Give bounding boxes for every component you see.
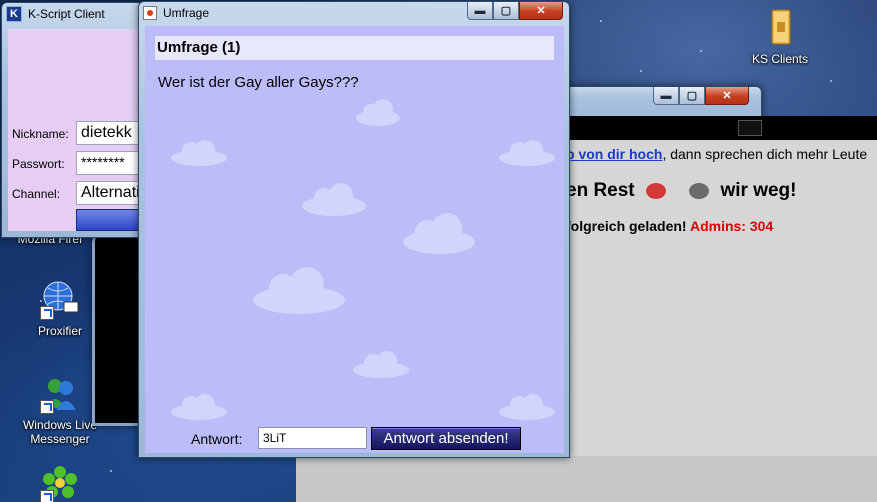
desktop-icon-label: KS Clients — [751, 52, 809, 66]
close-button[interactable]: ✕ — [519, 2, 563, 20]
window-controls: ▬ ▢ ✕ — [653, 87, 749, 105]
folder-icon — [760, 8, 800, 48]
kscript-logo-icon: K — [6, 6, 22, 22]
proxifier-globe-icon — [40, 280, 80, 320]
shortcut-arrow-icon — [40, 490, 54, 502]
browser-content: p von dir hoch, dann sprechen dich mehr … — [560, 140, 877, 502]
flower-icon — [40, 464, 80, 502]
browser-line-2-a: en Rest — [566, 180, 635, 201]
shortcut-arrow-icon — [40, 400, 54, 414]
cloud-icon — [253, 267, 345, 314]
kscript-login-panel: Nickname: dietekk Passwort: ******** Cha… — [8, 29, 156, 231]
cloud-icon — [403, 213, 475, 254]
channel-label: Channel: — [12, 187, 61, 201]
star — [700, 50, 702, 52]
maximize-button[interactable]: ▢ — [493, 2, 519, 20]
poll-header: Umfrage (1) — [155, 36, 554, 60]
upload-link[interactable]: p von dir hoch — [566, 146, 662, 162]
browser-line-2-b: wir weg! — [720, 180, 797, 201]
java-app-icon — [143, 6, 157, 20]
browser-toolbar — [566, 116, 877, 140]
browser-line-2: en Rest wir weg! — [566, 180, 797, 202]
poll-window: Umfrage ▬ ▢ ✕ Umfrage (1) Wer ist der Ga… — [138, 1, 570, 458]
desktop-icon-windows-live-messenger[interactable]: Windows Live Messenger — [20, 374, 100, 446]
cloud-icon — [353, 351, 409, 378]
minimize-button[interactable]: ▬ — [467, 2, 493, 20]
spider-smiley-icon — [689, 182, 710, 199]
cloud-icon — [356, 99, 400, 126]
messenger-icon — [40, 374, 80, 414]
devil-smiley-icon — [645, 182, 666, 199]
browser-line-1: p von dir hoch, dann sprechen dich mehr … — [566, 146, 867, 162]
cloud-icon — [171, 394, 227, 420]
poll-question: Wer ist der Gay aller Gays??? — [158, 74, 359, 91]
kscript-client-window: K K-Script Client Nickname: dietekk Pass… — [1, 2, 156, 238]
star — [830, 80, 832, 82]
nickname-label: Nickname: — [12, 127, 69, 141]
window-title: Umfrage — [163, 6, 210, 20]
answer-input[interactable]: 3LiT — [258, 427, 367, 449]
window-titlebar[interactable]: K K-Script Client — [2, 3, 150, 25]
desktop-icon-label: Windows Live Messenger — [22, 418, 98, 446]
cloud-icon — [499, 140, 555, 166]
password-label: Passwort: — [12, 157, 65, 171]
cloud-icon — [499, 394, 555, 420]
star — [640, 70, 642, 72]
desktop-icon-flower[interactable] — [20, 464, 100, 502]
browser-line-3: folgreich geladen! Admins: 304 — [566, 218, 773, 234]
window-title: K-Script Client — [28, 7, 105, 21]
answer-label: Antwort: — [191, 431, 243, 447]
minimize-button[interactable]: ▬ — [653, 87, 679, 105]
background-panel — [296, 456, 877, 502]
star — [110, 470, 112, 472]
cloud-icon — [171, 140, 227, 166]
maximize-button[interactable]: ▢ — [679, 87, 705, 105]
load-status-text: folgreich geladen! — [566, 218, 687, 234]
browser-line-1-text: , dann sprechen dich mehr Leute — [662, 146, 868, 162]
submit-answer-button[interactable]: Antwort absenden! — [371, 427, 521, 450]
browser-tab[interactable] — [738, 120, 762, 136]
desktop-icon-ks-clients[interactable]: KS Clients — [740, 8, 820, 66]
close-button[interactable]: ✕ — [705, 87, 749, 105]
star — [600, 20, 602, 22]
cloud-icon — [302, 183, 366, 216]
window-controls: ▬ ▢ ✕ — [467, 2, 563, 20]
desktop-icon-label: Proxifier — [37, 324, 82, 338]
poll-panel: Umfrage (1) Wer ist der Gay aller Gays??… — [145, 26, 564, 453]
shortcut-arrow-icon — [40, 306, 54, 320]
desktop-icon-proxifier[interactable]: Proxifier — [20, 280, 100, 338]
admins-count: Admins: 304 — [689, 218, 774, 234]
